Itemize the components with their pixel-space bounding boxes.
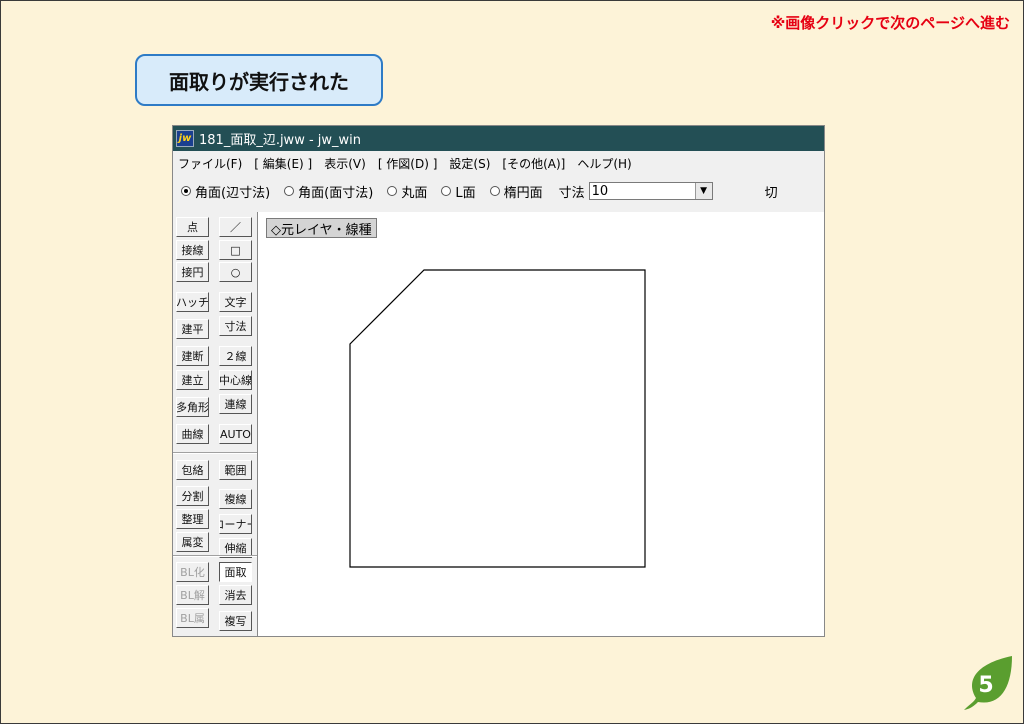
dimension-label: 寸法 <box>558 185 585 201</box>
tool-attribute-change[interactable]: 属変 <box>176 532 209 552</box>
tool-polygon[interactable]: 多角形 <box>176 397 209 417</box>
tool-text[interactable]: 文字 <box>219 292 252 312</box>
tool-point[interactable]: 点 <box>176 217 209 237</box>
option-ellipse[interactable]: 楕円面 <box>489 182 543 201</box>
tool-tangent-line[interactable]: 接線 <box>176 240 209 260</box>
tool-offset[interactable]: 複線 <box>219 489 252 509</box>
chamfered-polygon[interactable] <box>349 269 646 568</box>
option-l-face[interactable]: L面 <box>441 182 476 201</box>
tool-divide[interactable]: 分割 <box>176 486 209 506</box>
menu-help[interactable]: ヘルプ(H) <box>572 155 638 172</box>
tool-section[interactable]: 建断 <box>176 346 209 366</box>
tool-group-divider <box>173 452 257 454</box>
tool-circle[interactable]: ○ <box>219 262 252 282</box>
tool-corner[interactable]: コーナー <box>219 514 252 534</box>
menu-edit[interactable]: [ 編集(E) ] <box>249 155 319 172</box>
tool-plan[interactable]: 建平 <box>176 319 209 339</box>
cut-option-label[interactable]: 切 <box>765 182 778 201</box>
tool-organize[interactable]: 整理 <box>176 509 209 529</box>
drawing-canvas[interactable]: ◇元レイヤ・線種 <box>257 212 824 636</box>
title-bar[interactable]: jw 181_面取_辺.jww - jw_win <box>173 126 824 151</box>
radio-button[interactable] <box>489 186 500 196</box>
menu-file[interactable]: ファイル(F) <box>173 155 249 172</box>
tool-range[interactable]: 範囲 <box>219 460 252 480</box>
tool-elevation[interactable]: 建立 <box>176 370 209 390</box>
tool-auto[interactable]: AUTO <box>219 424 252 444</box>
tool-block-attribute[interactable]: BL属 <box>176 608 209 628</box>
tool-envelope[interactable]: 包絡 <box>176 460 209 480</box>
window-title: 181_面取_辺.jww - jw_win <box>199 133 362 148</box>
tool-center-line[interactable]: 中心線 <box>219 370 252 390</box>
menu-view[interactable]: 表示(V) <box>319 155 373 172</box>
menu-settings[interactable]: 設定(S) <box>444 155 497 172</box>
dropdown-arrow-icon[interactable]: ▼ <box>694 183 712 199</box>
tool-hatch[interactable]: ハッチ <box>176 292 209 312</box>
tool-group-divider <box>173 555 257 557</box>
tool-chamfer[interactable]: 面取 <box>219 562 252 582</box>
dimension-combo[interactable]: 10 ▼ <box>588 182 713 200</box>
option-corner-side[interactable]: 角面(辺寸法) <box>181 182 270 201</box>
option-round[interactable]: 丸面 <box>387 182 427 201</box>
radio-button[interactable] <box>387 186 398 196</box>
tool-copy[interactable]: 複写 <box>219 611 252 631</box>
chamfered-rectangle-drawing <box>349 269 646 568</box>
tool-line[interactable]: ／ <box>219 217 252 237</box>
radio-button-checked[interactable] <box>181 186 191 196</box>
tool-rectangle[interactable]: □ <box>219 240 252 260</box>
dimension-value[interactable]: 10 <box>592 184 609 199</box>
menu-other[interactable]: [その他(A)] <box>497 155 572 172</box>
radio-button[interactable] <box>284 186 295 196</box>
app-window: jw 181_面取_辺.jww - jw_win ファイル(F) [ 編集(E)… <box>172 125 825 637</box>
page-number: 5 <box>978 673 994 698</box>
radio-button[interactable] <box>441 186 452 196</box>
tool-connect-line[interactable]: 連線 <box>219 394 252 414</box>
step-caption: 面取りが実行された <box>135 54 383 106</box>
tool-dimension[interactable]: 寸法 <box>219 316 252 336</box>
tool-block-release[interactable]: BL解 <box>176 585 209 605</box>
tool-curve[interactable]: 曲線 <box>176 424 209 444</box>
menu-draw[interactable]: [ 作図(D) ] <box>373 155 445 172</box>
jw-app-icon: jw <box>176 130 194 147</box>
tool-double-line[interactable]: ２線 <box>219 346 252 366</box>
next-page-note[interactable]: ※画像クリックで次のページへ進む <box>771 12 1010 33</box>
tool-tangent-circle[interactable]: 接円 <box>176 262 209 282</box>
menu-bar: ファイル(F) [ 編集(E) ] 表示(V) [ 作図(D) ] 設定(S) … <box>173 152 824 174</box>
tool-erase[interactable]: 消去 <box>219 585 252 605</box>
tool-block-make[interactable]: BL化 <box>176 562 209 582</box>
option-corner-face[interactable]: 角面(面寸法) <box>284 182 373 201</box>
tool-palette: 点 接線 接円 ハッチ 建平 建断 建立 多角形 曲線 包絡 分割 整理 属変 … <box>173 212 257 636</box>
chamfer-options-bar: 角面(辺寸法) 角面(面寸法) 丸面 L面 楕円面 寸法 10 ▼ 切 <box>173 176 824 206</box>
